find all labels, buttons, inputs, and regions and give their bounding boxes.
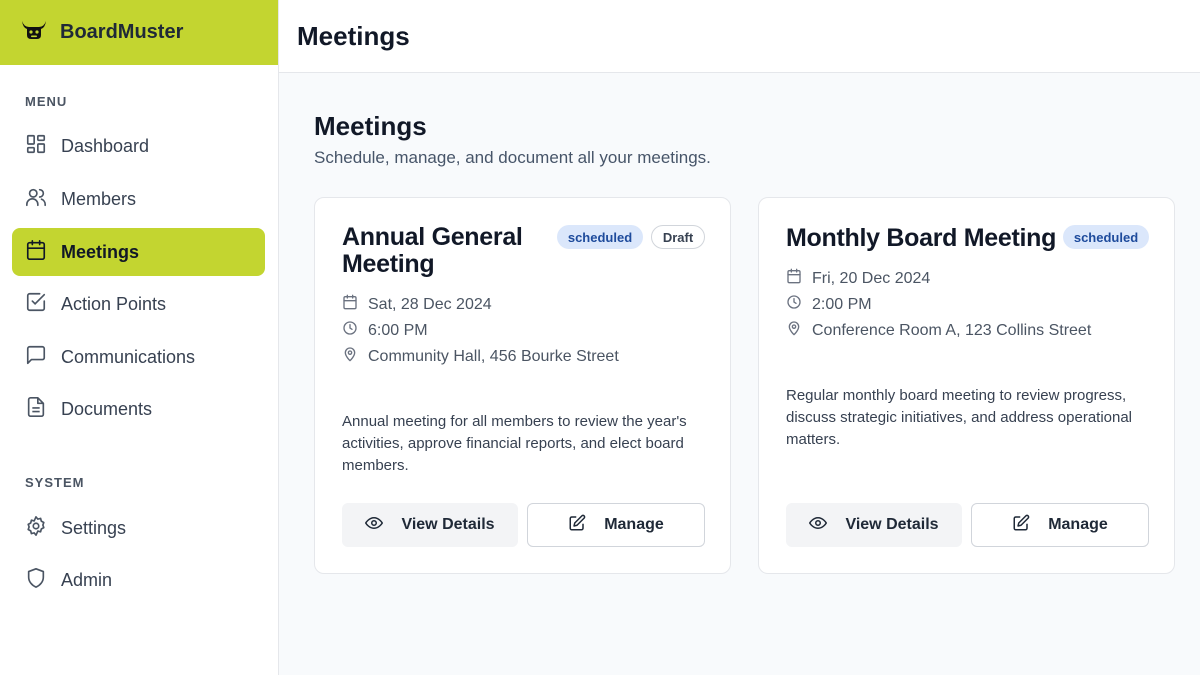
view-details-button[interactable]: View Details (786, 503, 962, 547)
meeting-location: Community Hall, 456 Bourke Street (342, 346, 619, 367)
shield-icon (25, 567, 47, 594)
bull-logo-icon (20, 19, 48, 46)
sidebar-item-action-points[interactable]: Action Points (12, 280, 265, 328)
sidebar-item-members[interactable]: Members (12, 175, 265, 223)
page-title: Meetings (314, 111, 427, 141)
sidebar-item-communications[interactable]: Communications (12, 333, 265, 381)
menu-section-label: MENU (25, 94, 68, 109)
edit-icon (568, 514, 586, 537)
sidebar-item-label: Settings (61, 517, 127, 538)
calendar-icon (786, 268, 802, 289)
meeting-card-monthly-board: Monthly Board Meeting scheduled Fri, 20 … (758, 197, 1175, 574)
sidebar-item-settings[interactable]: Settings (12, 504, 265, 552)
dashboard-icon (25, 133, 47, 160)
sidebar-item-documents[interactable]: Documents (12, 385, 265, 433)
calendar-icon (342, 294, 358, 315)
gear-icon (25, 515, 47, 542)
sidebar-item-label: Dashboard (61, 135, 150, 156)
map-pin-icon (786, 320, 802, 341)
meeting-description: Regular monthly board meeting to review … (786, 387, 1133, 448)
sidebar-item-label: Members (61, 188, 137, 209)
sidebar-item-label: Action Points (61, 293, 167, 314)
clock-icon (786, 294, 802, 315)
top-bar: Meetings (279, 0, 1200, 73)
users-icon (25, 186, 47, 213)
brand-name: BoardMuster (60, 21, 184, 43)
draft-badge: Draft (651, 225, 705, 249)
meeting-title: Monthly Board Meeting (786, 224, 1057, 252)
manage-button[interactable]: Manage (527, 503, 705, 547)
header-title: Meetings (297, 20, 410, 51)
edit-icon (1012, 514, 1030, 537)
sidebar-item-label: Communications (61, 346, 196, 367)
meeting-time: 2:00 PM (786, 294, 872, 315)
eye-icon (365, 514, 384, 537)
meeting-location: Conference Room A, 123 Collins Street (786, 320, 1091, 341)
sidebar-item-admin[interactable]: Admin (12, 556, 265, 604)
manage-button[interactable]: Manage (971, 503, 1149, 547)
meeting-title: Annual General Meeting (342, 223, 523, 278)
brand-header[interactable]: BoardMuster (0, 0, 278, 65)
meeting-time: 6:00 PM (342, 320, 428, 341)
page-subtitle: Schedule, manage, and document all your … (314, 148, 711, 167)
view-details-button[interactable]: View Details (342, 503, 518, 547)
status-badge: scheduled (1063, 225, 1149, 249)
sidebar-item-dashboard[interactable]: Dashboard (12, 122, 265, 170)
eye-icon (809, 514, 828, 537)
meeting-card-annual-general: Annual General Meeting scheduled Draft S… (314, 197, 731, 574)
meeting-description: Annual meeting for all members to review… (342, 413, 687, 474)
clock-icon (342, 320, 358, 341)
map-pin-icon (342, 346, 358, 367)
document-icon (25, 396, 47, 423)
message-icon (25, 344, 47, 371)
sidebar-item-label: Admin (61, 569, 113, 590)
check-square-icon (25, 291, 47, 318)
system-section-label: SYSTEM (25, 475, 85, 490)
calendar-icon (25, 239, 47, 266)
sidebar-item-label: Documents (61, 398, 153, 419)
sidebar: BoardMuster MENU Dashboard Members Meeti… (0, 0, 279, 675)
meeting-date: Sat, 28 Dec 2024 (342, 294, 492, 315)
status-badge: scheduled (557, 225, 643, 249)
meeting-date: Fri, 20 Dec 2024 (786, 268, 930, 289)
sidebar-item-meetings[interactable]: Meetings (12, 228, 265, 276)
sidebar-item-label: Meetings (61, 241, 140, 262)
